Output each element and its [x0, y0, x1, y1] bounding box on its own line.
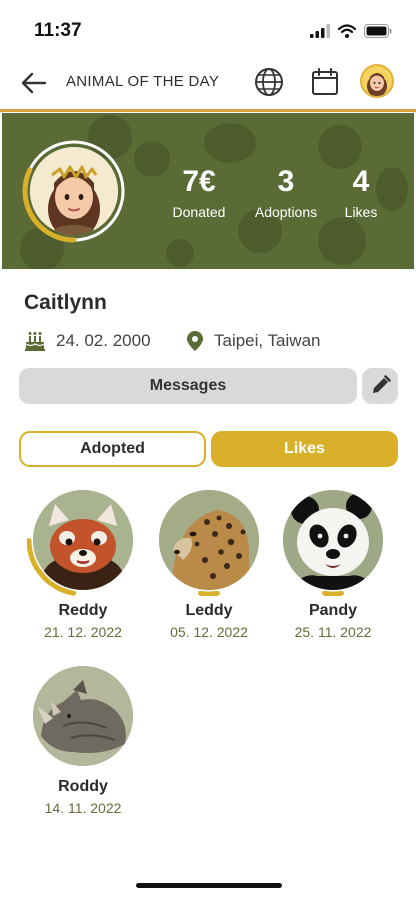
- animal-name: Reddy: [58, 602, 108, 619]
- rhinoceros-photo: [33, 666, 133, 766]
- animal-card-roddy[interactable]: Roddy 14. 11. 2022: [21, 660, 145, 816]
- birthday-row: 24. 02. 2000: [24, 330, 151, 352]
- back-arrow-icon[interactable]: [20, 70, 48, 96]
- signal-icon: [310, 24, 330, 38]
- stat-likes: 4 Likes: [338, 165, 384, 221]
- battery-icon: [364, 24, 392, 38]
- stat-value: 4: [352, 165, 370, 198]
- animal-avatar: [27, 660, 139, 772]
- page-title: ANIMAL OF THE DAY: [66, 73, 220, 90]
- animal-date: 05. 12. 2022: [170, 624, 248, 640]
- edit-profile-button[interactable]: [362, 368, 398, 404]
- calendar-icon[interactable]: [310, 67, 340, 97]
- red-panda-photo: [33, 490, 133, 590]
- animal-avatar: [27, 484, 139, 596]
- animal-avatar: [153, 484, 265, 596]
- stat-donated: 7€ Donated: [168, 165, 230, 221]
- leopard-photo: [159, 490, 259, 590]
- birthday-cake-icon: [25, 332, 45, 351]
- wifi-icon: [338, 24, 356, 38]
- animal-date: 21. 12. 2022: [44, 624, 122, 640]
- stat-value: 7€: [182, 165, 216, 198]
- animal-card-pandy[interactable]: Pandy 25. 11. 2022: [271, 484, 395, 640]
- status-icons: [310, 24, 392, 38]
- stat-label: Adoptions: [254, 204, 318, 220]
- giant-panda-icon: [283, 490, 383, 590]
- profile-banner: 7€ Donated 3 Adoptions 4 Likes: [2, 113, 414, 269]
- stat-value: 3: [277, 165, 295, 198]
- status-time: 11:37: [34, 20, 82, 41]
- rhinoceros-icon: [33, 666, 133, 766]
- animal-name: Leddy: [185, 602, 233, 619]
- leopard-icon: [159, 490, 259, 590]
- home-indicator: [136, 883, 282, 888]
- giant-panda-photo: [283, 490, 383, 590]
- tab-likes[interactable]: Likes: [211, 431, 398, 467]
- tab-adopted[interactable]: Adopted: [19, 431, 206, 467]
- red-panda-icon: [33, 490, 133, 590]
- animal-name: Pandy: [308, 602, 357, 619]
- globe-icon[interactable]: [254, 67, 284, 97]
- pencil-icon: [373, 375, 391, 393]
- location-text: Taipei, Taiwan: [214, 331, 321, 350]
- top-nav-bar: ANIMAL OF THE DAY: [0, 60, 416, 112]
- status-bar: 11:37: [0, 0, 416, 60]
- user-avatar-button[interactable]: [360, 64, 394, 98]
- profile-avatar[interactable]: [22, 139, 126, 243]
- animal-card-reddy[interactable]: Reddy 21. 12. 2022: [21, 484, 145, 640]
- stat-label: Likes: [344, 204, 378, 220]
- stat-adoptions: 3 Adoptions: [250, 165, 322, 221]
- location-row: Taipei, Taiwan: [186, 330, 320, 352]
- birthday-text: 24. 02. 2000: [56, 331, 151, 350]
- animal-date: 25. 11. 2022: [294, 624, 372, 640]
- memoji-avatar-icon: [367, 73, 387, 96]
- animal-card-leddy[interactable]: Leddy 05. 12. 2022: [147, 484, 271, 640]
- animal-date: 14. 11. 2022: [44, 800, 122, 816]
- location-pin-icon: [187, 331, 203, 351]
- messages-button[interactable]: Messages: [19, 368, 357, 404]
- memoji-avatar-icon: [30, 147, 118, 235]
- profile-avatar-image: [30, 147, 118, 235]
- stat-label: Donated: [172, 204, 226, 220]
- animal-avatar: [277, 484, 389, 596]
- profile-name: Caitlynn: [24, 291, 107, 314]
- animal-name: Roddy: [58, 778, 108, 795]
